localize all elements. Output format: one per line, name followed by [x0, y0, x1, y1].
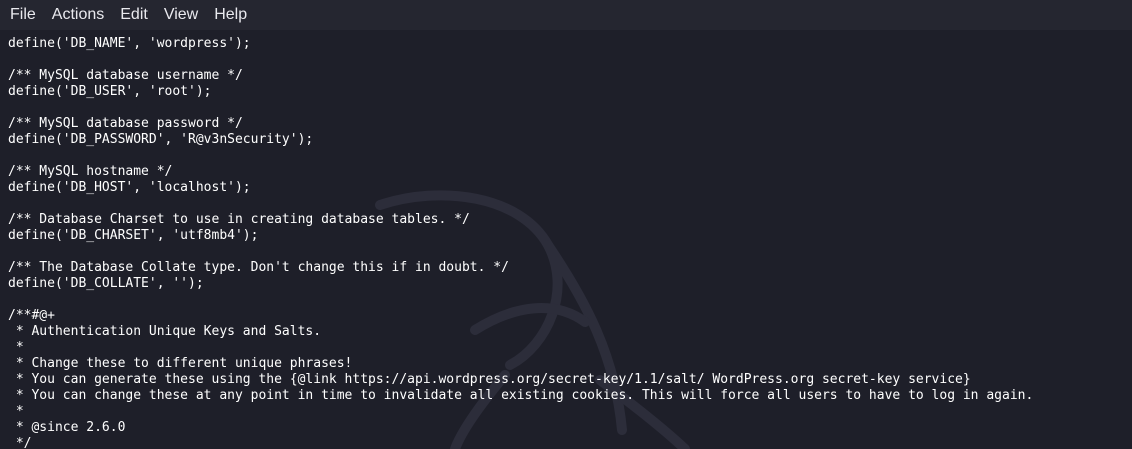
code-line: /** MySQL database username */	[8, 68, 243, 83]
code-line: define('DB_HOST', 'localhost');	[8, 180, 251, 195]
menu-file[interactable]: File	[2, 0, 44, 30]
code-line: */	[8, 436, 32, 449]
menu-help[interactable]: Help	[206, 0, 255, 30]
code-line: define('DB_USER', 'root');	[8, 84, 212, 99]
code-line: define('DB_NAME', 'wordpress');	[8, 36, 251, 51]
code-line: * Authentication Unique Keys and Salts.	[8, 324, 322, 339]
code-line: /** The Database Collate type. Don't cha…	[8, 260, 509, 275]
code-line: *	[8, 404, 24, 419]
code-line: define('DB_CHARSET', 'utf8mb4');	[8, 228, 259, 243]
code-line: define('DB_PASSWORD', 'R@v3nSecurity');	[8, 132, 314, 147]
code-line: /** MySQL hostname */	[8, 164, 173, 179]
code-line: * You can generate these using the {@lin…	[8, 372, 971, 387]
wp-config-text: define('DB_NAME', 'wordpress'); /** MySQL…	[0, 30, 1132, 449]
code-line: define('DB_COLLATE', '');	[8, 276, 204, 291]
menu-view[interactable]: View	[156, 0, 206, 30]
menu-actions[interactable]: Actions	[44, 0, 112, 30]
code-line: /** MySQL database password */	[8, 116, 243, 131]
terminal-window: File Actions Edit View Help define('DB_N…	[0, 0, 1132, 449]
code-line: /** Database Charset to use in creating …	[8, 212, 470, 227]
menu-edit[interactable]: Edit	[112, 0, 156, 30]
code-line: * @since 2.6.0	[8, 420, 126, 435]
code-line: * You can change these at any point in t…	[8, 388, 1034, 403]
code-line: *	[8, 340, 24, 355]
code-line: /**#@+	[8, 308, 55, 323]
terminal-output[interactable]: define('DB_NAME', 'wordpress'); /** MySQL…	[0, 30, 1132, 449]
menu-bar: File Actions Edit View Help	[0, 0, 1132, 30]
code-line: * Change these to different unique phras…	[8, 356, 353, 371]
